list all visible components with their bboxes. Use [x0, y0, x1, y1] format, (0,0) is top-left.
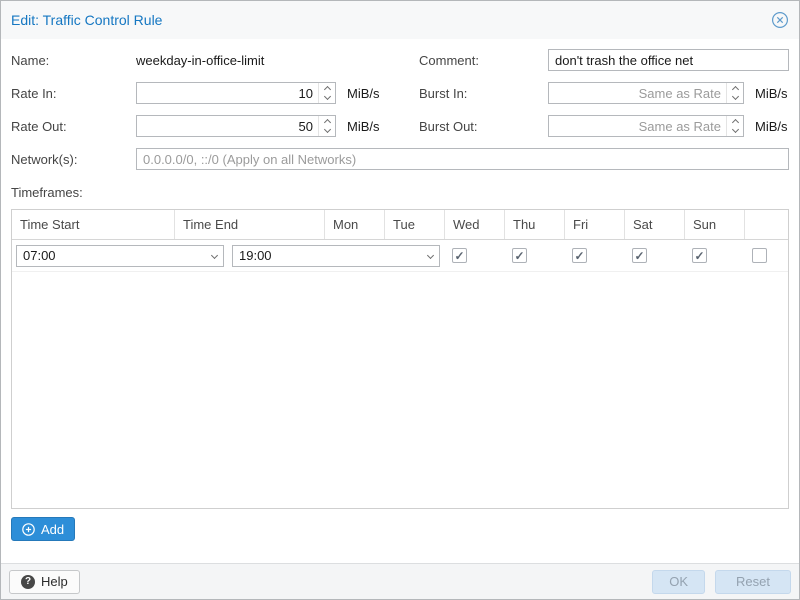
close-icon[interactable]: [771, 11, 789, 29]
timeframes-label: Timeframes:: [11, 185, 789, 200]
help-button[interactable]: ? Help: [9, 570, 80, 594]
checkbox-mon[interactable]: [452, 248, 467, 263]
column-header-mon: Mon: [325, 210, 385, 239]
networks-input[interactable]: [136, 148, 789, 170]
column-header-time-start: Time Start: [12, 210, 175, 239]
column-header-time-end: Time End: [175, 210, 325, 239]
checkbox-fri[interactable]: [692, 248, 707, 263]
burst-in-unit: MiB/s: [755, 86, 788, 101]
name-value: weekday-in-office-limit: [136, 53, 264, 68]
dialog-title: Edit: Traffic Control Rule: [11, 12, 771, 28]
name-label: Name:: [11, 53, 136, 68]
time-start-dropdown-icon[interactable]: [205, 246, 223, 266]
column-header-sat: Sat: [625, 210, 685, 239]
timeframe-row: [12, 240, 788, 272]
column-header-fri: Fri: [565, 210, 625, 239]
comment-input[interactable]: [548, 49, 789, 71]
time-end-combo: [232, 245, 440, 267]
rate-in-unit: MiB/s: [347, 86, 380, 101]
dialog-footer: ? Help OK Reset: [1, 563, 799, 599]
column-header-wed: Wed: [445, 210, 505, 239]
reset-button[interactable]: Reset: [715, 570, 791, 594]
burst-in-spinner: [548, 82, 744, 104]
rate-in-input[interactable]: [137, 83, 318, 103]
networks-label: Network(s):: [11, 152, 136, 167]
add-button[interactable]: Add: [11, 517, 75, 541]
rate-in-spin-down-icon[interactable]: [319, 93, 335, 103]
column-header-tue: Tue: [385, 210, 445, 239]
rate-out-input[interactable]: [137, 116, 318, 136]
burst-out-input[interactable]: [549, 116, 726, 136]
ok-button[interactable]: OK: [652, 570, 705, 594]
plus-circle-icon: [22, 523, 35, 536]
burst-in-input[interactable]: [549, 83, 726, 103]
rate-in-label: Rate In:: [11, 86, 136, 101]
comment-label: Comment:: [419, 53, 548, 68]
timeframes-grid: Time Start Time End Mon Tue Wed Thu Fri …: [11, 209, 789, 509]
burst-out-spin-down-icon[interactable]: [727, 126, 743, 136]
rate-out-spin-down-icon[interactable]: [319, 126, 335, 136]
checkbox-sat[interactable]: [752, 248, 767, 263]
time-end-dropdown-icon[interactable]: [421, 246, 439, 266]
traffic-control-rule-dialog: Edit: Traffic Control Rule Name: weekday…: [0, 0, 800, 600]
burst-out-label: Burst Out:: [419, 119, 548, 134]
time-start-combo: [16, 245, 224, 267]
burst-in-spin-down-icon[interactable]: [727, 93, 743, 103]
column-header-sun: Sun: [685, 210, 745, 239]
rate-out-spinner: [136, 115, 336, 137]
grid-empty-area: [12, 272, 788, 508]
time-start-input[interactable]: [17, 248, 205, 263]
dialog-body: Name: weekday-in-office-limit Comment: R…: [1, 39, 799, 563]
rate-in-spinner: [136, 82, 336, 104]
rate-out-unit: MiB/s: [347, 119, 380, 134]
checkbox-wed[interactable]: [572, 248, 587, 263]
column-header-actions: [745, 210, 788, 239]
grid-header: Time Start Time End Mon Tue Wed Thu Fri …: [12, 210, 788, 240]
burst-out-unit: MiB/s: [755, 119, 788, 134]
rate-out-label: Rate Out:: [11, 119, 136, 134]
dialog-titlebar: Edit: Traffic Control Rule: [1, 1, 799, 39]
checkbox-thu[interactable]: [632, 248, 647, 263]
burst-in-label: Burst In:: [419, 86, 548, 101]
question-circle-icon: ?: [21, 575, 35, 589]
time-end-input[interactable]: [233, 248, 421, 263]
column-header-thu: Thu: [505, 210, 565, 239]
checkbox-tue[interactable]: [512, 248, 527, 263]
burst-out-spinner: [548, 115, 744, 137]
